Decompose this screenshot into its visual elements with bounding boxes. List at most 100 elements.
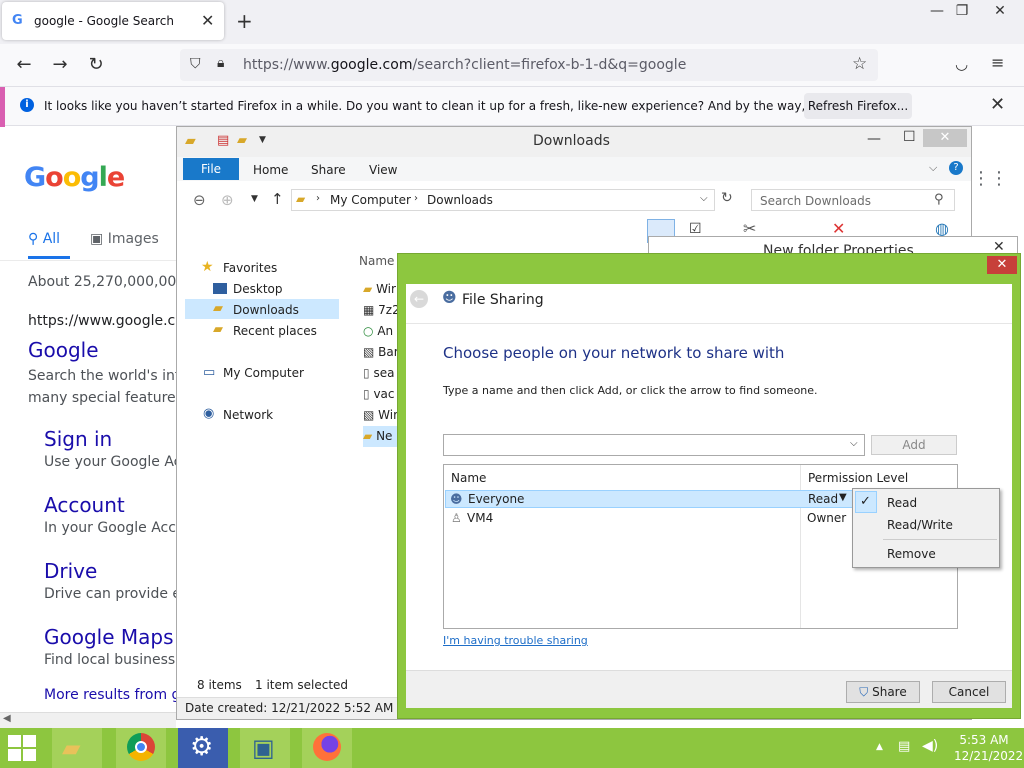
taskbar-firefox[interactable] bbox=[302, 728, 352, 768]
recent-locations-icon[interactable]: ▼ bbox=[251, 194, 258, 204]
add-button[interactable]: Add bbox=[871, 435, 957, 455]
menu-hamburger-icon[interactable]: ≡ bbox=[991, 53, 1004, 72]
maximize-icon[interactable]: ☐ bbox=[903, 129, 916, 145]
share-button[interactable]: ⛉ Share bbox=[846, 681, 920, 703]
check-icon[interactable]: ☑ bbox=[689, 221, 702, 237]
network-icon: ◉ bbox=[203, 406, 215, 421]
breadcrumb-my-computer[interactable]: My Computer bbox=[330, 193, 411, 207]
dialog-back-icon[interactable]: ← bbox=[410, 290, 428, 308]
apps-grid-icon[interactable]: ⋮⋮ bbox=[972, 168, 1008, 189]
breadcrumb-downloads[interactable]: Downloads bbox=[427, 193, 493, 207]
ribbon-tab-file[interactable]: File bbox=[183, 158, 239, 180]
column-header-name[interactable]: Name bbox=[359, 254, 394, 268]
tab-close-icon[interactable]: ✕ bbox=[201, 11, 214, 30]
favorites-star-icon: ★ bbox=[201, 259, 214, 275]
uac-shield-icon: ⛉ bbox=[859, 685, 869, 699]
bookmark-star-icon[interactable]: ☆ bbox=[852, 54, 867, 74]
menu-item-read-write[interactable]: Read/Write bbox=[887, 518, 953, 532]
properties-icon[interactable]: ▤ bbox=[217, 133, 229, 148]
result-cite: https://www.google.com bbox=[28, 313, 198, 329]
search-box[interactable]: Search Downloads ⚲ bbox=[751, 189, 955, 211]
browser-tab[interactable]: G google - Google Search ✕ bbox=[2, 2, 224, 40]
taskbar-chrome[interactable] bbox=[116, 728, 166, 768]
combobox-chevron-icon[interactable]: ⌵ bbox=[850, 438, 858, 449]
result-title-google[interactable]: Google bbox=[28, 338, 99, 362]
table-row[interactable]: ☻ Everyone Read ▼ bbox=[445, 490, 853, 508]
scroll-left-icon[interactable]: ◀ bbox=[3, 713, 11, 724]
pocket-icon[interactable]: ◡ bbox=[955, 55, 968, 73]
reload-icon[interactable]: ↻ bbox=[84, 54, 108, 75]
taskbar-clock[interactable]: 5:53 AM 12/21/2022 bbox=[954, 732, 1024, 764]
nav-desktop[interactable]: Desktop bbox=[233, 282, 283, 296]
dialog-close-icon[interactable]: ✕ bbox=[987, 256, 1017, 274]
menu-item-read[interactable]: Read bbox=[887, 496, 917, 510]
address-bar[interactable]: ▰ › My Computer › Downloads ⌵ bbox=[291, 189, 715, 211]
ribbon-tab-view[interactable]: View bbox=[369, 163, 397, 177]
cancel-button[interactable]: Cancel bbox=[932, 681, 1006, 703]
users-icon: ☻ bbox=[450, 492, 463, 506]
nav-favorites[interactable]: Favorites bbox=[223, 261, 277, 275]
taskbar-control-panel[interactable]: ▣ bbox=[240, 728, 290, 768]
address-dropdown-icon[interactable]: ⌵ bbox=[700, 193, 708, 204]
search-icon[interactable]: ⚲ bbox=[934, 192, 944, 207]
clock-date: 12/21/2022 bbox=[954, 749, 1024, 763]
menu-item-remove[interactable]: Remove bbox=[887, 547, 936, 561]
downloads-folder-icon: ▰ bbox=[213, 301, 223, 316]
google-logo[interactable]: Google bbox=[24, 162, 125, 193]
start-windows-icon[interactable] bbox=[8, 735, 38, 761]
volume-icon[interactable]: ◀) bbox=[922, 738, 938, 754]
file-icon: ▧ bbox=[363, 345, 375, 359]
notification-close-icon[interactable]: ✕ bbox=[990, 94, 1005, 115]
name-combobox[interactable]: ⌵ bbox=[443, 434, 865, 456]
sitelink-sign-in[interactable]: Sign in bbox=[44, 427, 112, 451]
forward-arrow-icon[interactable]: → bbox=[48, 54, 72, 75]
refresh-icon[interactable]: ↻ bbox=[721, 190, 733, 206]
new-folder-icon[interactable]: ▰ bbox=[237, 133, 247, 148]
permission-dropdown-icon[interactable]: ▼ bbox=[839, 492, 847, 503]
tab-images[interactable]: ▣ Images bbox=[90, 231, 159, 247]
shield-icon[interactable]: ⛉ bbox=[190, 56, 201, 72]
column-header-permission[interactable]: Permission Level bbox=[808, 471, 908, 485]
sitelink-account[interactable]: Account bbox=[44, 493, 125, 517]
folder-icon: ▰ bbox=[296, 192, 306, 206]
menu-separator bbox=[883, 539, 997, 540]
computer-icon: ▭ bbox=[203, 365, 216, 380]
lock-icon[interactable]: 🔒︎ bbox=[217, 55, 224, 71]
show-hidden-icons[interactable]: ▲ bbox=[876, 742, 883, 752]
restore-icon[interactable]: ❐ bbox=[944, 0, 980, 24]
customize-chevron-icon[interactable]: ▼ bbox=[259, 135, 266, 145]
url-bar[interactable]: ⛉ 🔒︎ https://www.google.com/search?clien… bbox=[180, 49, 878, 81]
taskbar-file-explorer[interactable]: ▰ bbox=[52, 728, 102, 768]
horizontal-scrollbar[interactable]: ◀ bbox=[0, 712, 176, 728]
ribbon-expand-icon[interactable]: ⌵ bbox=[929, 161, 937, 175]
new-tab-button[interactable]: + bbox=[236, 9, 253, 33]
help-icon[interactable]: ? bbox=[949, 161, 963, 175]
back-arrow-icon[interactable]: ← bbox=[12, 54, 36, 75]
ribbon-tab-share[interactable]: Share bbox=[311, 163, 346, 177]
minimize-icon[interactable]: — bbox=[867, 131, 881, 147]
explorer-close-icon[interactable]: ✕ bbox=[923, 129, 967, 147]
tab-all[interactable]: ⚲ All bbox=[28, 231, 60, 247]
sitelink-drive[interactable]: Drive bbox=[44, 559, 97, 583]
refresh-firefox-button[interactable]: Refresh Firefox... bbox=[804, 93, 912, 119]
column-header-name[interactable]: Name bbox=[451, 471, 486, 485]
date-created: Date created: 12/21/2022 5:52 AM bbox=[185, 701, 394, 715]
trouble-sharing-link[interactable]: I'm having trouble sharing bbox=[443, 634, 588, 647]
nav-network[interactable]: Network bbox=[223, 408, 273, 422]
ribbon-tab-home[interactable]: Home bbox=[253, 163, 288, 177]
taskbar-settings[interactable]: ⚙ bbox=[178, 728, 228, 768]
back-icon[interactable]: ⊖ bbox=[193, 191, 206, 209]
nav-recent-places[interactable]: Recent places bbox=[233, 324, 317, 338]
notification-text: It looks like you haven’t started Firefo… bbox=[44, 99, 900, 113]
table-row[interactable]: ♙ VM4 Owner bbox=[445, 510, 853, 528]
nav-downloads[interactable]: Downloads bbox=[233, 303, 299, 317]
forward-icon[interactable]: ⊕ bbox=[221, 191, 234, 209]
row-permission[interactable]: Read bbox=[808, 492, 838, 506]
sitelink-google-maps[interactable]: Google Maps bbox=[44, 625, 174, 649]
more-results-link[interactable]: More results from go bbox=[44, 687, 189, 703]
notification-accent bbox=[0, 87, 5, 127]
nav-my-computer[interactable]: My Computer bbox=[223, 366, 304, 380]
up-arrow-icon[interactable]: ↑ bbox=[271, 190, 284, 208]
network-tray-icon[interactable]: ▤ bbox=[898, 739, 910, 754]
window-close-icon[interactable]: ✕ bbox=[982, 0, 1018, 24]
